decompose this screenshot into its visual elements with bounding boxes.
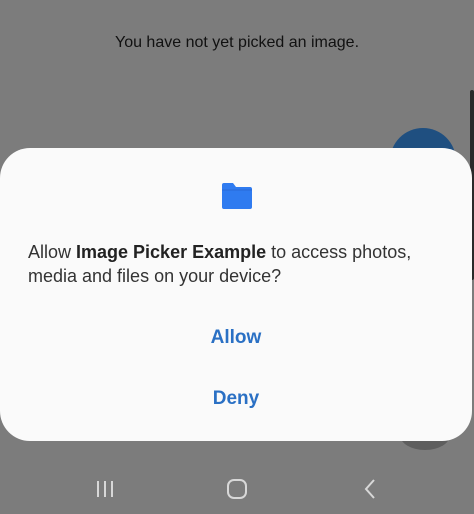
recents-icon[interactable] (90, 474, 120, 504)
back-icon[interactable] (356, 474, 386, 504)
permission-message: Allow Image Picker Example to access pho… (28, 240, 448, 288)
status-message: You have not yet picked an image. (114, 34, 360, 51)
app-name: Image Picker Example (76, 242, 267, 262)
message-prefix: Allow (28, 242, 77, 262)
permission-dialog: Allow Image Picker Example to access pho… (0, 148, 472, 441)
navigation-bar (0, 462, 474, 514)
screen: You have not yet picked an image. Allow … (0, 0, 474, 514)
folder-icon (222, 183, 252, 209)
home-icon[interactable] (222, 474, 252, 504)
allow-button[interactable]: Allow (0, 315, 472, 361)
deny-button[interactable]: Deny (0, 376, 472, 422)
